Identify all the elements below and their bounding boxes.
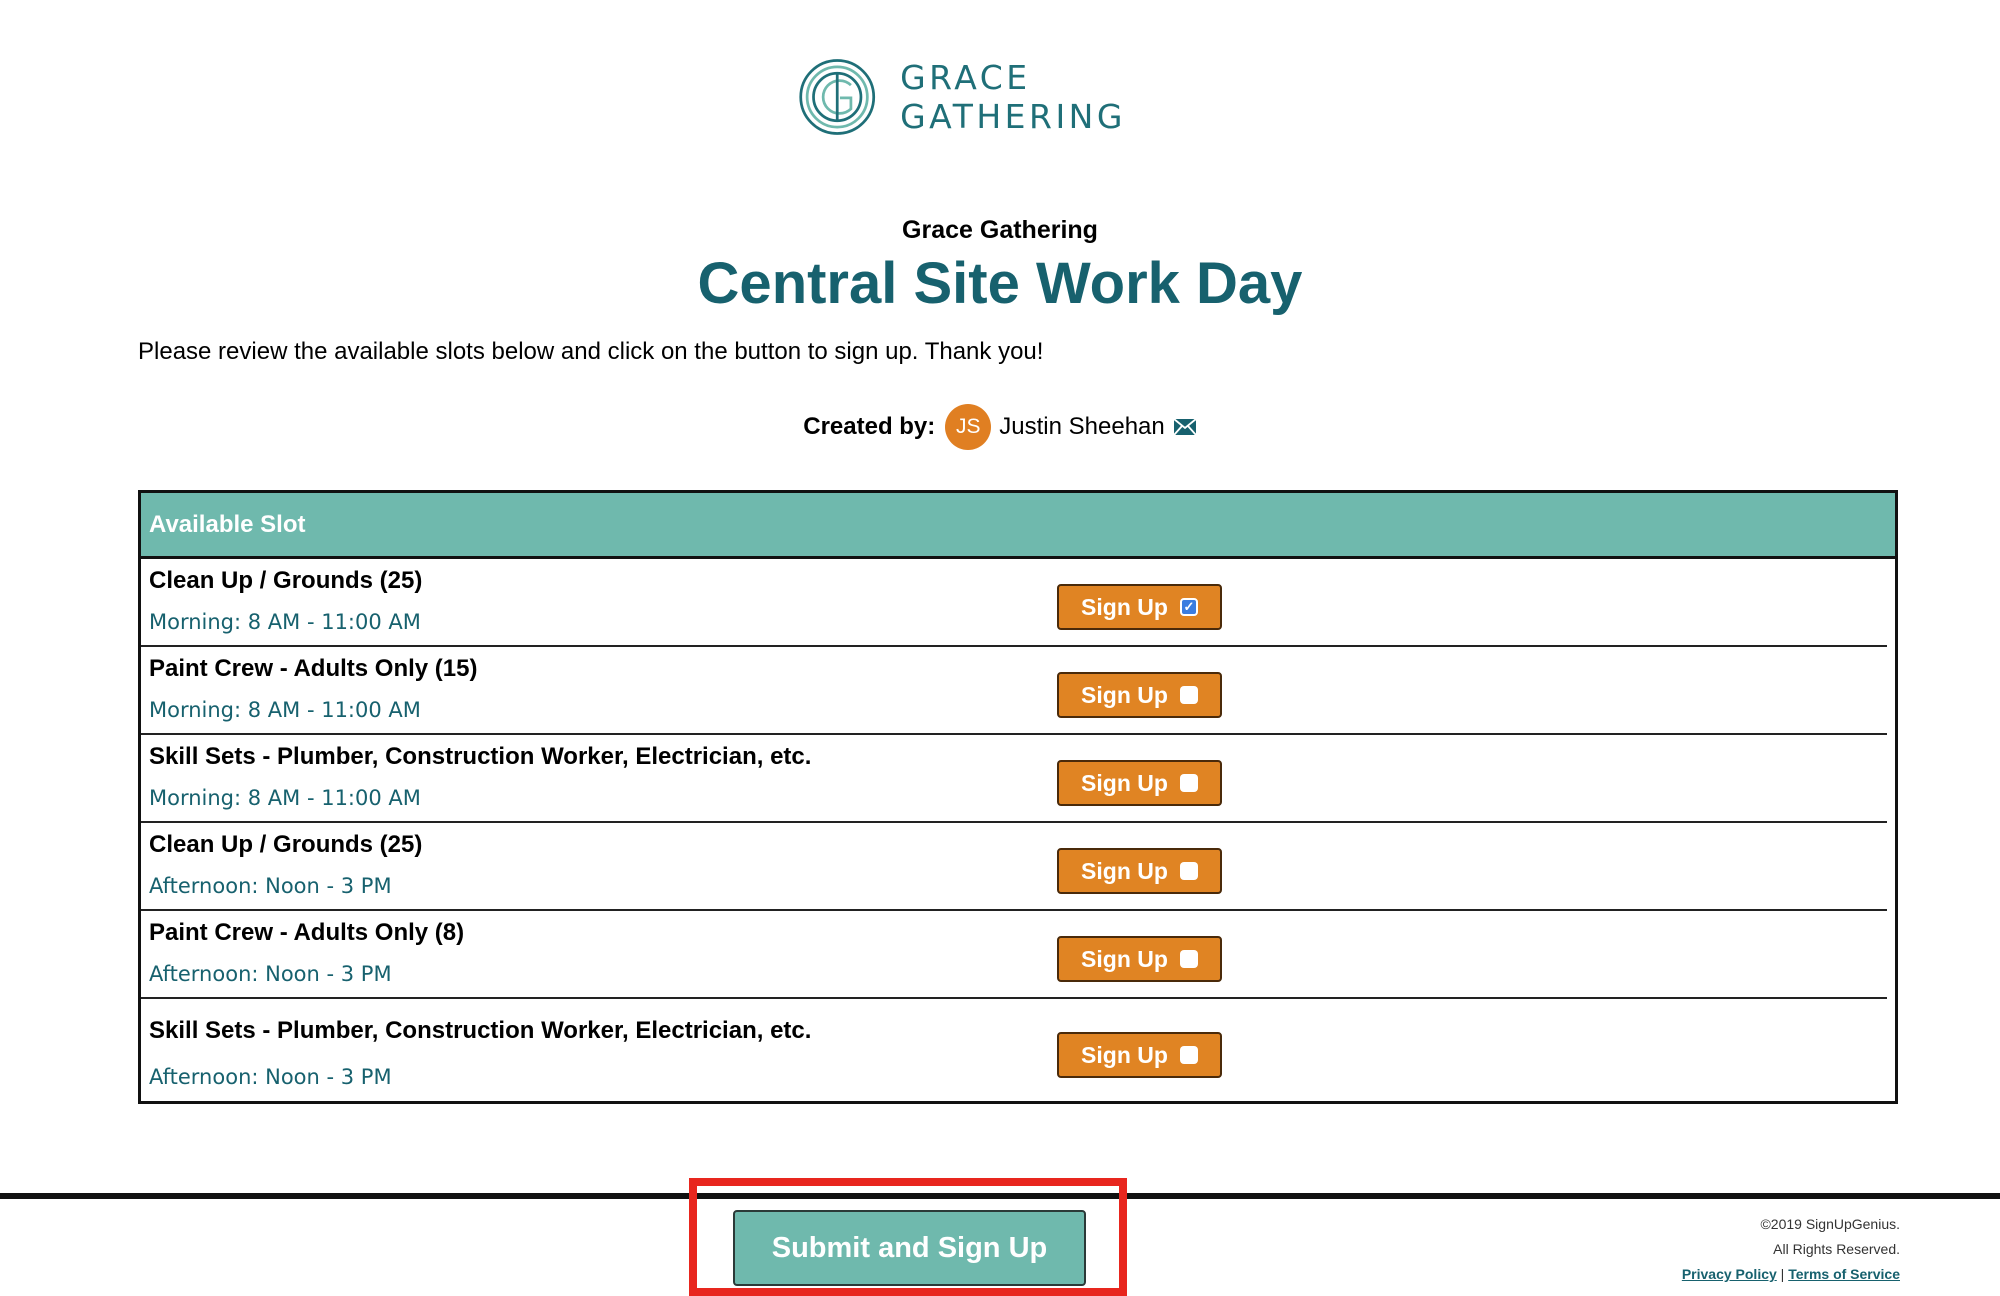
avatar: JS: [945, 404, 992, 450]
terms-of-service-link[interactable]: Terms of Service: [1788, 1266, 1900, 1282]
rights-text: All Rights Reserved.: [1773, 1241, 1900, 1257]
slot-title: Paint Crew - Adults Only (15): [149, 655, 478, 682]
checkbox[interactable]: [1179, 774, 1198, 792]
creator-name: Justin Sheehan: [999, 413, 1165, 440]
slot-title: Skill Sets - Plumber, Construction Worke…: [149, 1017, 812, 1044]
creator-line: Created by: JS Justin Sheehan: [0, 404, 2000, 450]
organization-name: Grace Gathering: [902, 216, 1098, 244]
slot-title: Clean Up / Grounds (25): [149, 831, 423, 858]
checkbox-checked[interactable]: ✓: [1179, 598, 1198, 616]
table-row: Clean Up / Grounds (25) Morning: 8 AM - …: [141, 559, 1887, 647]
sign-up-label: Sign Up: [1081, 857, 1168, 884]
footer-legal: ©2019 SignUpGenius. All Rights Reserved.…: [1682, 1212, 1900, 1287]
slot-time: Morning: 8 AM - 11:00 AM: [149, 610, 421, 634]
table-row: Clean Up / Grounds (25) Afternoon: Noon …: [141, 823, 1887, 911]
mail-icon[interactable]: [1173, 418, 1197, 436]
privacy-policy-link[interactable]: Privacy Policy: [1682, 1266, 1777, 1282]
sign-up-label: Sign Up: [1081, 945, 1168, 972]
sign-up-button[interactable]: Sign Up: [1057, 848, 1222, 894]
checkbox[interactable]: [1179, 862, 1198, 880]
sign-up-button[interactable]: Sign Up: [1057, 936, 1222, 982]
logo-icon: [799, 59, 876, 135]
slot-time: Afternoon: Noon - 3 PM: [149, 1065, 392, 1089]
sign-up-button[interactable]: Sign Up: [1057, 672, 1222, 718]
legal-links: Privacy Policy | Terms of Service: [1682, 1262, 1900, 1287]
table-row: Paint Crew - Adults Only (8) Afternoon: …: [141, 911, 1887, 999]
intro-text: Please review the available slots below …: [138, 338, 1044, 365]
link-separator: |: [1780, 1266, 1785, 1282]
slot-time: Afternoon: Noon - 3 PM: [149, 874, 392, 898]
table-row: Skill Sets - Plumber, Construction Worke…: [141, 735, 1887, 823]
logo-text: GRACE GATHERING: [900, 58, 1126, 136]
checkbox[interactable]: [1179, 686, 1198, 704]
sign-up-button[interactable]: Sign Up: [1057, 760, 1222, 806]
sign-up-label: Sign Up: [1081, 681, 1168, 708]
slot-title: Clean Up / Grounds (25): [149, 567, 423, 594]
creator-label: Created by:: [803, 413, 936, 440]
slot-time: Morning: 8 AM - 11:00 AM: [149, 698, 421, 722]
brand-logo: GRACE GATHERING: [798, 54, 1238, 140]
slot-title: Paint Crew - Adults Only (8): [149, 919, 465, 946]
submit-button[interactable]: Submit and Sign Up: [733, 1210, 1086, 1286]
sign-up-label: Sign Up: [1081, 769, 1168, 796]
slot-time: Morning: 8 AM - 11:00 AM: [149, 786, 421, 810]
table-row: Paint Crew - Adults Only (15) Morning: 8…: [141, 647, 1887, 735]
checkbox[interactable]: [1179, 950, 1198, 968]
slot-title: Skill Sets - Plumber, Construction Worke…: [149, 743, 812, 770]
sign-up-button[interactable]: Sign Up: [1057, 1032, 1222, 1078]
checkbox[interactable]: [1179, 1046, 1198, 1064]
slot-table: Available Slot Clean Up / Grounds (25) M…: [138, 490, 1898, 1104]
sign-up-button[interactable]: Sign Up ✓: [1057, 584, 1222, 630]
table-header: Available Slot: [141, 493, 1895, 559]
sign-up-label: Sign Up: [1081, 1041, 1168, 1068]
slot-time: Afternoon: Noon - 3 PM: [149, 962, 392, 986]
sign-up-label: Sign Up: [1081, 593, 1168, 620]
page-title: Central Site Work Day: [697, 251, 1303, 316]
copyright-text: ©2019 SignUpGenius.: [1760, 1216, 1900, 1232]
table-row: Skill Sets - Plumber, Construction Worke…: [141, 999, 1887, 1101]
